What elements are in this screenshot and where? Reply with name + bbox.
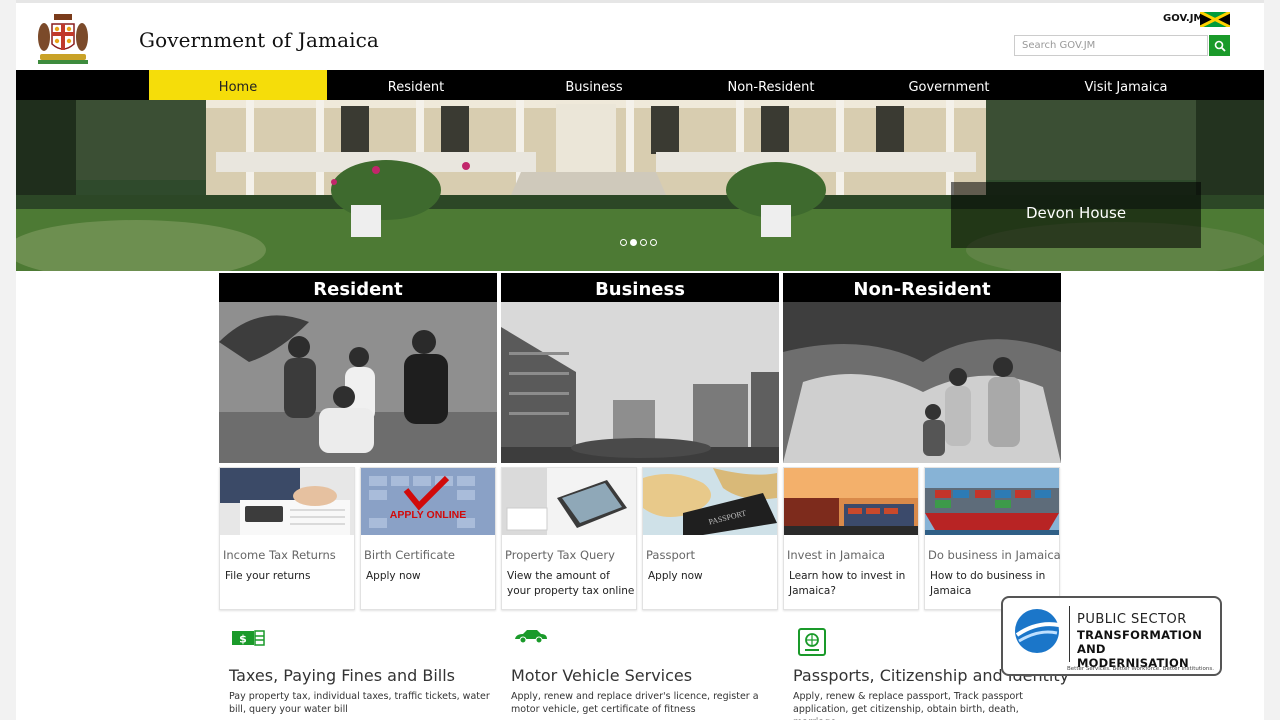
card-title: Property Tax Query [505, 548, 615, 562]
card-subtitle[interactable]: File your returns [225, 569, 353, 584]
category-title: Non-Resident [783, 273, 1061, 302]
card-image-property-tax [502, 468, 636, 535]
nav-item-business[interactable]: Business [505, 70, 683, 100]
carousel-dot-3[interactable] [640, 239, 647, 246]
apply-online-text: APPLY ONLINE [390, 509, 466, 521]
card-birth-certificate[interactable]: APPLY ONLINE Birth Certificate Apply now [360, 467, 496, 610]
card-property-tax-query[interactable]: Property Tax Query View the amount of yo… [501, 467, 637, 610]
card-income-tax-returns[interactable]: Income Tax Returns File your returns [219, 467, 355, 610]
card-subtitle[interactable]: View the amount of your property tax onl… [507, 569, 635, 599]
hero-caption[interactable]: Devon House [951, 204, 1201, 222]
card-subtitle[interactable]: Apply now [648, 569, 776, 584]
card-image-apply-online: APPLY ONLINE [361, 468, 495, 535]
service-title-taxes[interactable]: Taxes, Paying Fines and Bills [229, 666, 455, 685]
pstm-logo-icon [1015, 609, 1060, 653]
resident-photo [219, 302, 497, 463]
pstm-tagline: Better Services. Better Workforce. Bette… [1067, 666, 1215, 672]
service-title-motor-vehicle[interactable]: Motor Vehicle Services [511, 666, 692, 685]
carousel-dot-2[interactable] [630, 239, 637, 246]
card-passport[interactable]: PASSPORT Passport Apply now [642, 467, 778, 610]
top-border [16, 0, 1264, 3]
jamaica-flag-icon [1200, 12, 1230, 27]
svg-text:$: $ [239, 633, 247, 646]
card-do-business-in-jamaica[interactable]: Do business in Jamaica How to do busines… [924, 467, 1061, 610]
carousel-dot-4[interactable] [650, 239, 657, 246]
nav-item-home[interactable]: Home [149, 70, 327, 100]
nav-item-visit-jamaica[interactable]: Visit Jamaica [1037, 70, 1215, 100]
business-photo [501, 302, 779, 463]
search-button[interactable] [1209, 35, 1230, 56]
pstm-line2: TRANSFORMATION [1077, 628, 1203, 642]
pstm-line1: PUBLIC SECTOR [1077, 612, 1187, 627]
money-icon: $ [232, 630, 265, 646]
car-icon [515, 630, 547, 644]
category-business[interactable]: Business [501, 273, 779, 463]
hero-carousel[interactable]: Devon House [16, 100, 1264, 271]
govjm-label: GOV.JM [1163, 13, 1204, 24]
category-title: Resident [219, 273, 497, 302]
nav-item-non-resident[interactable]: Non-Resident [682, 70, 860, 100]
search-icon [1214, 40, 1226, 52]
service-desc-taxes: Pay property tax, individual taxes, traf… [229, 691, 490, 715]
card-title: Invest in Jamaica [787, 548, 886, 562]
category-non-resident[interactable]: Non-Resident [783, 273, 1061, 463]
card-invest-in-jamaica[interactable]: Invest in Jamaica Learn how to invest in… [783, 467, 919, 610]
card-title: Birth Certificate [364, 548, 456, 562]
coat-of-arms-logo[interactable] [34, 10, 92, 66]
passport-icon [798, 628, 826, 656]
card-image-invest [784, 468, 918, 535]
carousel-dot-1[interactable] [620, 239, 627, 246]
card-image-income-tax [220, 468, 354, 535]
nav-item-resident[interactable]: Resident [327, 70, 505, 100]
main-nav: Home Resident Business Non-Resident Gove… [16, 70, 1264, 100]
card-subtitle[interactable]: Apply now [366, 569, 494, 584]
carousel-dots [620, 239, 657, 246]
service-desc-passports: Apply, renew & replace passport, Track p… [793, 691, 1023, 720]
card-image-passport: PASSPORT [643, 468, 777, 535]
card-subtitle[interactable]: How to do business in Jamaica [930, 569, 1058, 599]
category-resident[interactable]: Resident [219, 273, 497, 463]
search-input[interactable]: Search GOV.JM [1014, 35, 1208, 56]
site-title[interactable]: Government of Jamaica [139, 28, 379, 52]
card-title: Income Tax Returns [223, 548, 336, 562]
pstm-badge: PUBLIC SECTOR TRANSFORMATION AND MODERNI… [1001, 596, 1222, 676]
category-title: Business [501, 273, 779, 302]
nav-item-government[interactable]: Government [860, 70, 1038, 100]
card-image-do-business [925, 468, 1059, 535]
service-desc-motor-vehicle: Apply, renew and replace driver's licenc… [511, 691, 759, 715]
card-title: Do business in Jamaica [928, 548, 1061, 562]
card-title: Passport [646, 548, 696, 562]
card-subtitle[interactable]: Learn how to invest in Jamaica? [789, 569, 917, 599]
non-resident-photo [783, 302, 1061, 463]
pstm-divider [1069, 606, 1070, 662]
